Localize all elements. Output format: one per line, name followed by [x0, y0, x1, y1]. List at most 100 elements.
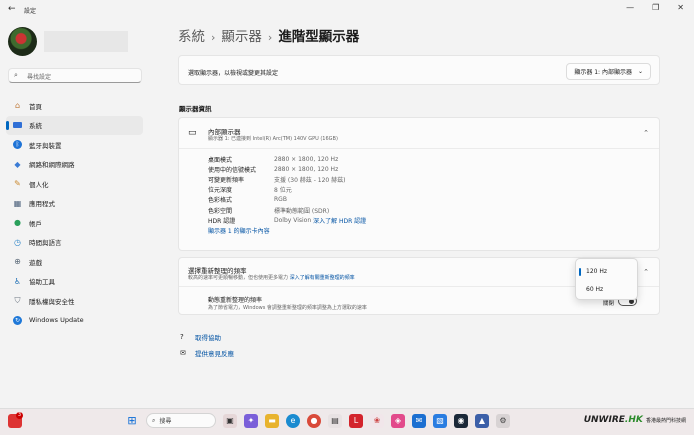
edge-icon[interactable]: e — [286, 413, 300, 428]
refresh-option-60[interactable]: 60 Hz — [586, 286, 603, 293]
refresh-learn-more-link[interactable]: 深入了解有關重新整理的頻率 — [290, 275, 355, 281]
sidebar-item-accounts[interactable]: ● 帳戶 — [6, 213, 143, 233]
info-row: 可變更新頻率 支援 (30 赫茲 - 120 赫茲) — [208, 174, 366, 184]
bluetooth-icon: ᛒ — [12, 139, 23, 150]
sidebar-item-gaming[interactable]: ⊕ 遊戲 — [6, 252, 143, 272]
sidebar-item-system[interactable]: 系統 — [6, 115, 143, 135]
search-icon: ⌕ — [152, 416, 156, 424]
user-name-blurred — [44, 31, 128, 52]
photos-icon[interactable]: ▧ — [433, 413, 447, 428]
store-icon[interactable]: ◈ — [391, 413, 405, 428]
toggle-label: 關閉 — [602, 301, 614, 307]
breadcrumb-separator: › — [267, 31, 273, 44]
copilot-icon[interactable]: ✦ — [244, 413, 258, 428]
sidebar-item-bluetooth[interactable]: ᛒ 藍牙與裝置 — [6, 135, 143, 155]
page-title: 進階型顯示器 — [278, 29, 360, 45]
info-row: 色彩空間 標準動態範圍 (SDR) — [208, 205, 366, 215]
start-icon[interactable]: ⊞ — [125, 414, 139, 428]
app-icon[interactable]: ❀ — [370, 413, 384, 428]
taskbar-search[interactable]: ⌕ 搜尋 — [146, 413, 216, 428]
brand-text: UNWIRE — [583, 415, 625, 425]
sidebar-nav: ⌂ 首頁 系統 ᛒ 藍牙與裝置 ◆ 網路和網際網路 ✎ 個人化 ▦ 應用程式 ●… — [6, 96, 143, 330]
feedback-link[interactable]: ✉ 提供意見反應 — [180, 348, 234, 358]
dynamic-refresh-desc: 為了節省電力，Windows 會調整重新整理的頻率調整為上方選取的速率 — [208, 305, 367, 311]
hdr-learn-more-link[interactable]: 深入了解 HDR 認證 — [313, 216, 366, 225]
display-select-dropdown[interactable]: 顯示器 1: 內部顯示器 ⌄ — [566, 63, 651, 80]
shield-icon: ⛉ — [14, 295, 21, 305]
home-icon: ⌂ — [14, 101, 21, 111]
breadcrumb-display[interactable]: 顯示器 — [221, 29, 262, 45]
minimize-button[interactable]: — — [626, 3, 634, 12]
notification-badge: 3 — [16, 412, 23, 419]
info-row: 色彩格式 RGB — [208, 195, 366, 205]
sidebar-item-privacy[interactable]: ⛉ 隱私權與安全性 — [6, 291, 143, 311]
sidebar-item-accessibility[interactable]: ♿ 協助工具 — [6, 272, 143, 292]
section-title: 顯示器資訊 — [179, 105, 212, 113]
info-value: RGB — [274, 196, 287, 204]
sidebar-item-label: 藍牙與裝置 — [29, 141, 62, 150]
search-icon: ⌕ — [14, 71, 18, 79]
title-bar: ← 設定 — ❐ ✕ — [0, 0, 694, 22]
adapter-properties-link[interactable]: 顯示器 1 的顯示卡內容 — [208, 226, 270, 235]
get-help-label: 取得協助 — [195, 334, 221, 342]
info-value: 8 位元 — [274, 187, 292, 195]
system-icon — [12, 120, 23, 131]
sidebar-item-label: 隱私權與安全性 — [29, 297, 75, 306]
mail-icon[interactable]: ✉ — [412, 413, 426, 428]
chevron-down-icon: ⌄ — [637, 68, 643, 75]
clock-globe-icon: ◷ — [14, 237, 21, 247]
chevron-up-icon[interactable]: ⌃ — [643, 268, 649, 276]
accessibility-icon: ♿ — [13, 276, 22, 286]
sidebar-item-label: 首頁 — [29, 102, 42, 111]
window-controls: — ❐ ✕ — [626, 3, 684, 12]
breadcrumb-system[interactable]: 系統 — [178, 29, 205, 45]
app-icon[interactable]: ▲ — [475, 413, 489, 428]
info-value: 標準動態範圍 (SDR) — [274, 207, 330, 215]
info-row: 顯示器 1 的顯示卡內容 — [208, 225, 366, 235]
taskbar: 3 ⊞ ⌕ 搜尋 ▣ ✦ ▬ e ● ▤ L ❀ ◈ ✉ ▧ ◉ ▲ ⚙ UNW… — [0, 408, 694, 435]
lenovo-icon[interactable]: L — [349, 413, 363, 428]
watermark-logo: UNWIRE.HK 香港最熱門科技網 — [584, 415, 686, 425]
info-key: 色彩格式 — [208, 197, 233, 205]
info-value: 支援 (30 赫茲 - 120 赫茲) — [274, 176, 346, 184]
info-row: HDR 認證 Dolby Vision 深入了解 HDR 認證 — [208, 215, 366, 225]
refresh-option-120[interactable]: 120 Hz — [586, 268, 607, 275]
dynamic-refresh-title: 動態重新整理的頻率 — [208, 297, 263, 304]
sidebar-item-home[interactable]: ⌂ 首頁 — [6, 96, 143, 116]
info-key: 使用中的信號模式 — [208, 166, 257, 174]
sidebar-item-apps[interactable]: ▦ 應用程式 — [6, 194, 143, 214]
sidebar-item-label: 應用程式 — [29, 200, 55, 209]
sidebar-item-time-language[interactable]: ◷ 時間與語言 — [6, 233, 143, 253]
app-title: 設定 — [24, 8, 37, 15]
info-row: 位元深度 8 位元 — [208, 185, 366, 195]
sidebar-item-network[interactable]: ◆ 網路和網際網路 — [6, 155, 143, 175]
avatar[interactable] — [8, 27, 37, 56]
sidebar-item-personalization[interactable]: ✎ 個人化 — [6, 174, 143, 194]
display-info-header[interactable]: ▭ 內部顯示器 顯示器 1: 已連接到 Intel(R) Arc(TM) 140… — [179, 118, 659, 149]
steam-icon[interactable]: ◉ — [454, 413, 468, 428]
info-key: 色彩空間 — [208, 207, 233, 215]
app-icon[interactable]: ▤ — [328, 413, 342, 428]
sidebar-item-label: Windows Update — [29, 316, 84, 325]
sidebar-item-label: 個人化 — [29, 180, 49, 189]
maximize-button[interactable]: ❐ — [652, 3, 659, 12]
back-arrow-icon[interactable]: ← — [8, 4, 16, 14]
search-placeholder: 尋找設定 — [27, 74, 52, 81]
file-explorer-icon[interactable]: ▬ — [265, 413, 279, 428]
chevron-up-icon[interactable]: ⌃ — [643, 129, 649, 137]
get-help-link[interactable]: ? 取得協助 — [180, 332, 221, 342]
feedback-label: 提供意見反應 — [195, 350, 234, 358]
info-value: Dolby Vision — [274, 216, 312, 224]
selected-indicator — [579, 268, 581, 276]
info-row: 桌面模式 2880 × 1800, 120 Hz — [208, 154, 366, 164]
sidebar-item-label: 遊戲 — [29, 258, 42, 267]
chrome-icon[interactable]: ● — [307, 413, 321, 428]
info-value: 2880 × 1800, 120 Hz — [274, 165, 339, 173]
apps-icon: ▦ — [13, 198, 22, 208]
settings-icon[interactable]: ⚙ — [496, 413, 510, 428]
task-view-icon[interactable]: ▣ — [223, 413, 237, 428]
sidebar-item-windows-update[interactable]: ↻ Windows Update — [6, 311, 143, 331]
info-key: 可變更新頻率 — [208, 176, 245, 184]
close-button[interactable]: ✕ — [677, 3, 684, 12]
search-input[interactable]: ⌕ 尋找設定 — [8, 68, 142, 83]
